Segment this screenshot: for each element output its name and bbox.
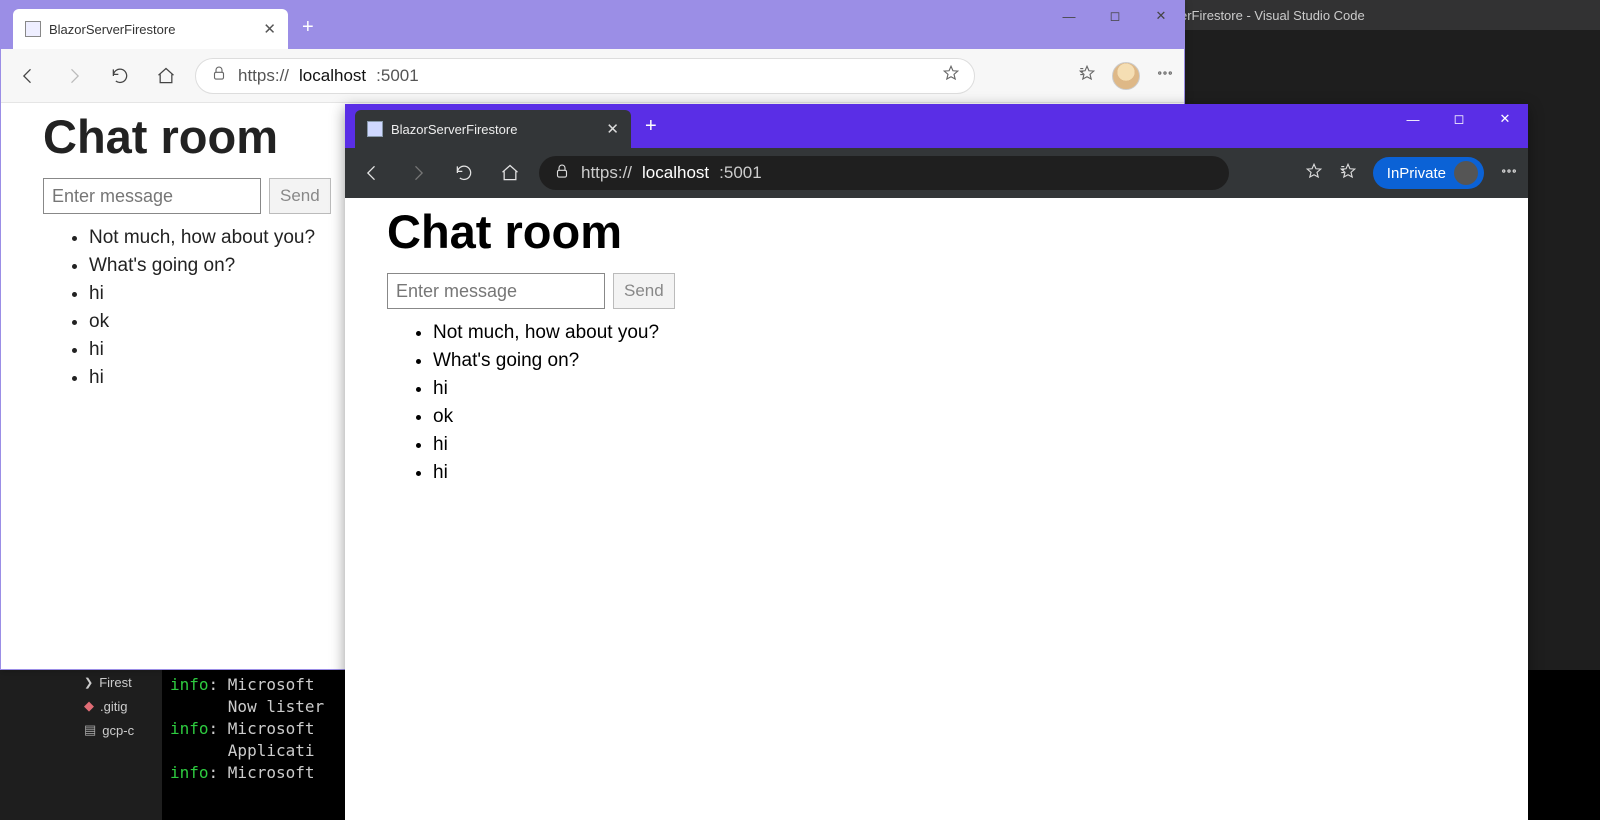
maximize-button[interactable]: ◻ (1092, 1, 1138, 31)
url-host: localhost (299, 66, 366, 86)
close-tab-icon[interactable]: ✕ (606, 120, 619, 138)
profile-avatar[interactable] (1112, 62, 1140, 90)
chevron-right-icon: ❯ (84, 676, 93, 689)
back-button[interactable] (355, 156, 389, 190)
url-scheme: https:// (581, 163, 632, 183)
new-tab-button[interactable]: + (645, 115, 657, 138)
favorite-icon[interactable] (1305, 162, 1323, 185)
tab-title: BlazorServerFirestore (49, 22, 255, 37)
vscode-title-text: erFirestore - Visual Studio Code (1180, 8, 1365, 23)
titlebar[interactable]: BlazorServerFirestore ✕ + — ◻ ✕ (1, 1, 1184, 49)
url-scheme: https:// (238, 66, 289, 86)
favicon-icon (367, 121, 383, 137)
profile-avatar (1454, 161, 1478, 185)
more-menu-icon[interactable] (1500, 162, 1518, 185)
message-item: hi (433, 459, 1486, 487)
message-input[interactable] (43, 178, 261, 214)
lock-icon (210, 64, 228, 87)
explorer-item[interactable]: ◆ .gitig (80, 694, 162, 718)
forward-button[interactable] (57, 59, 91, 93)
explorer-label: gcp-c (102, 723, 134, 738)
favicon-icon (25, 21, 41, 37)
titlebar[interactable]: BlazorServerFirestore ✕ + — ◻ ✕ (345, 104, 1528, 148)
send-button[interactable]: Send (613, 273, 675, 309)
toolbar: https:// localhost :5001 (1, 49, 1184, 103)
url-port: :5001 (719, 163, 762, 183)
message-item: What's going on? (433, 347, 1486, 375)
explorer-item[interactable]: ❯ Firest (80, 670, 162, 694)
url-host: localhost (642, 163, 709, 183)
inprivate-label: InPrivate (1387, 165, 1446, 182)
lock-icon (553, 162, 571, 185)
maximize-button[interactable]: ◻ (1436, 104, 1482, 134)
page-content: Chat room Send Not much, how about you?W… (345, 204, 1528, 487)
new-tab-button[interactable]: + (302, 16, 314, 39)
minimize-button[interactable]: — (1046, 1, 1092, 31)
page-heading: Chat room (387, 204, 1486, 259)
explorer-item[interactable]: ▤ gcp-c (80, 718, 162, 742)
git-icon: ◆ (84, 698, 94, 714)
inprivate-badge[interactable]: InPrivate (1373, 157, 1484, 189)
back-button[interactable] (11, 59, 45, 93)
refresh-button[interactable] (103, 59, 137, 93)
refresh-button[interactable] (447, 156, 481, 190)
explorer-label: Firest (99, 675, 132, 690)
message-item: ok (433, 403, 1486, 431)
favorite-icon[interactable] (942, 64, 960, 87)
vscode-explorer[interactable]: ❯ Firest ◆ .gitig ▤ gcp-c (80, 670, 162, 820)
address-bar[interactable]: https:// localhost :5001 (539, 156, 1229, 190)
home-button[interactable] (493, 156, 527, 190)
collections-icon[interactable] (1078, 64, 1096, 87)
message-item: Not much, how about you? (433, 319, 1486, 347)
explorer-label: .gitig (100, 699, 127, 714)
minimize-button[interactable]: — (1390, 104, 1436, 134)
browser-tab[interactable]: BlazorServerFirestore ✕ (355, 110, 631, 148)
url-port: :5001 (376, 66, 419, 86)
tab-title: BlazorServerFirestore (391, 122, 598, 137)
address-bar[interactable]: https:// localhost :5001 (195, 58, 975, 94)
close-window-button[interactable]: ✕ (1138, 1, 1184, 31)
message-input[interactable] (387, 273, 605, 309)
send-button[interactable]: Send (269, 178, 331, 214)
message-item: hi (433, 375, 1486, 403)
close-tab-icon[interactable]: ✕ (263, 20, 276, 38)
message-item: hi (433, 431, 1486, 459)
browser-tab[interactable]: BlazorServerFirestore ✕ (13, 9, 288, 49)
more-menu-icon[interactable] (1156, 64, 1174, 87)
collections-icon[interactable] (1339, 162, 1357, 185)
toolbar: https:// localhost :5001 InPrivate (345, 148, 1528, 198)
file-icon: ▤ (84, 722, 96, 738)
close-window-button[interactable]: ✕ (1482, 104, 1528, 134)
home-button[interactable] (149, 59, 183, 93)
forward-button[interactable] (401, 156, 435, 190)
message-list: Not much, how about you?What's going on?… (433, 319, 1486, 487)
browser-window-inprivate: BlazorServerFirestore ✕ + — ◻ ✕ https://… (345, 104, 1528, 820)
